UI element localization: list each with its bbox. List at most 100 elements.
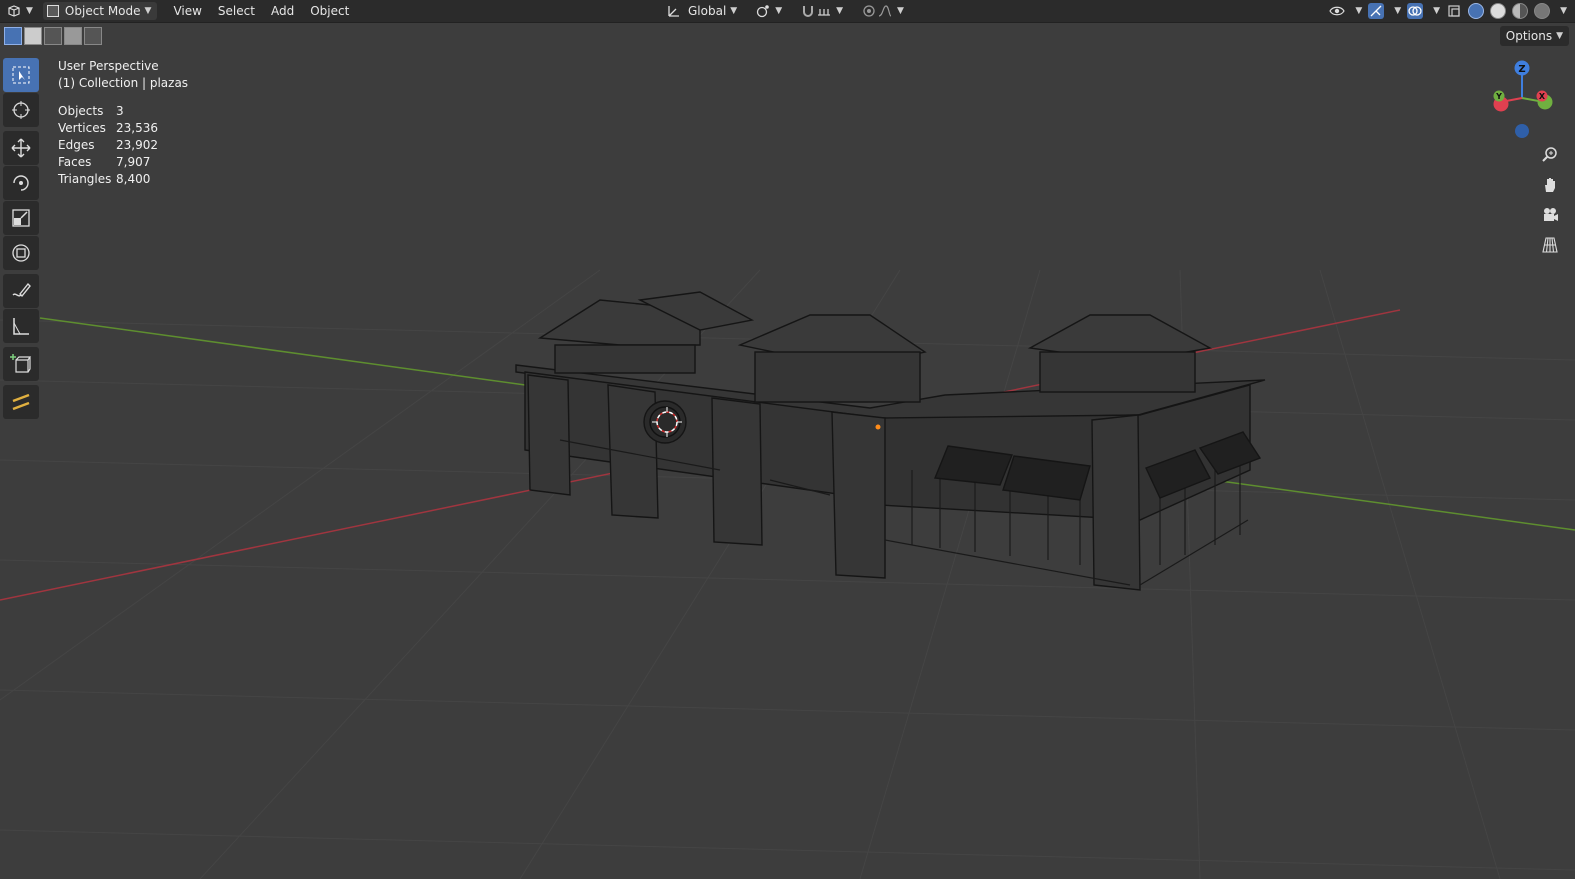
selection-mode-bar <box>0 24 102 48</box>
stat-value: 8,400 <box>116 172 151 186</box>
wireframe-shading-icon[interactable] <box>1468 3 1485 19</box>
transform-tools: Global ▼ ▼ ▼ ▼ <box>660 0 910 22</box>
gizmo-y-label: Y <box>1495 92 1502 101</box>
collection-name: (1) Collection | plazas <box>58 76 189 90</box>
orientation-axes-icon <box>668 6 679 17</box>
grease-pencil-tool[interactable] <box>3 385 39 419</box>
stat-value: 3 <box>116 104 124 118</box>
select-box-icon <box>12 66 30 84</box>
stat-label: Vertices <box>58 121 106 135</box>
zoom-button[interactable] <box>1538 143 1562 167</box>
select-box-tool[interactable] <box>3 58 39 92</box>
measure-tool[interactable] <box>3 309 39 343</box>
xray-icon[interactable] <box>1446 3 1462 19</box>
hand-pan-icon <box>1545 178 1555 192</box>
scale-icon <box>12 209 30 227</box>
add-cube-tool[interactable] <box>3 347 39 381</box>
select-intersect-icon[interactable] <box>84 27 102 45</box>
zoom-magnifier-icon <box>1542 147 1557 162</box>
navigation-gizmo[interactable]: Z X Y <box>1486 58 1566 138</box>
stat-row-edges: Edges 23,902 <box>58 137 188 154</box>
snap-increment-icon <box>818 9 831 16</box>
snap-magnet-icon <box>803 6 814 17</box>
transform-tool[interactable] <box>3 236 39 270</box>
mode-label: Object Mode <box>64 4 141 18</box>
move-icon <box>11 138 31 158</box>
tool-shelf <box>3 58 41 420</box>
proportional-edit-toggle[interactable]: ▼ <box>855 1 910 21</box>
perspective-toggle-button[interactable] <box>1538 233 1562 257</box>
stat-label: Objects <box>58 104 104 118</box>
pan-button[interactable] <box>1538 173 1562 197</box>
stat-label: Triangles <box>58 172 112 186</box>
stat-value: 23,536 <box>116 121 158 135</box>
gizmo-z-label: Z <box>1518 64 1525 75</box>
move-tool[interactable] <box>3 131 39 165</box>
view-name: User Perspective <box>58 59 159 73</box>
menu-add[interactable]: Add <box>263 1 302 21</box>
editor-type-button[interactable]: ▼ <box>0 1 39 21</box>
rotate-icon <box>13 175 29 191</box>
measure-ruler-icon <box>13 318 29 335</box>
chevron-down-icon[interactable]: ▼ <box>1394 6 1401 16</box>
object-origin-dot <box>875 424 881 430</box>
chevron-down-icon[interactable]: ▼ <box>1355 6 1362 16</box>
gizmo-z-neg-axis[interactable] <box>1515 124 1529 138</box>
stat-label: Edges <box>58 138 95 152</box>
overlays-icon[interactable] <box>1407 3 1424 19</box>
select-extend-icon[interactable] <box>24 27 42 45</box>
cursor-icon <box>12 101 30 119</box>
proportional-edit-icon <box>863 5 875 17</box>
scene-statistics: Objects 3 Vertices 23,536 Edges 23,902 Face… <box>58 103 188 188</box>
snap-toggle[interactable]: ▼ <box>794 1 849 21</box>
select-subtract-icon[interactable] <box>44 27 62 45</box>
visibility-eye-icon[interactable] <box>1329 3 1346 19</box>
pivot-point-dropdown[interactable]: ▼ <box>749 1 788 21</box>
chevron-down-icon[interactable]: ▼ <box>1433 6 1440 16</box>
select-new-icon[interactable] <box>4 27 22 45</box>
rotate-tool[interactable] <box>3 166 39 200</box>
solid-shading-icon[interactable] <box>1490 3 1507 19</box>
options-label: Options <box>1505 29 1553 43</box>
3d-viewport[interactable] <box>0 0 1575 879</box>
scene-render[interactable] <box>0 0 1575 879</box>
chevron-down-icon: ▼ <box>836 6 844 16</box>
options-dropdown[interactable]: Options ▼ <box>1499 26 1569 46</box>
object-mode-icon <box>46 5 59 17</box>
orientation-label: Global <box>688 4 727 18</box>
cursor-tool[interactable] <box>3 93 39 127</box>
camera-view-button[interactable] <box>1538 203 1562 227</box>
material-preview-icon[interactable] <box>1512 3 1529 19</box>
plazas-building-wireframe[interactable] <box>515 291 1266 591</box>
annotate-tool[interactable] <box>3 274 39 308</box>
mode-dropdown[interactable]: Object Mode ▼ <box>42 2 158 20</box>
camera-icon <box>1544 208 1558 221</box>
grease-pencil-icon <box>12 393 30 411</box>
chevron-down-icon: ▼ <box>144 6 152 16</box>
chevron-down-icon: ▼ <box>730 6 738 16</box>
transform-icon <box>12 244 30 262</box>
stat-row-vertices: Vertices 23,536 <box>58 120 188 137</box>
add-cube-icon <box>10 354 32 373</box>
viewport-header: ▼ Object Mode ▼ View Select Add Object G… <box>0 0 1575 23</box>
perspective-grid-icon <box>1542 237 1558 253</box>
transform-orientation-dropdown[interactable]: Global ▼ <box>660 1 743 21</box>
scale-tool[interactable] <box>3 201 39 235</box>
chevron-down-icon: ▼ <box>897 6 904 16</box>
chevron-down-icon[interactable]: ▼ <box>1560 6 1567 16</box>
gizmo-toggle-icon[interactable] <box>1368 3 1385 19</box>
stat-row-objects: Objects 3 <box>58 103 188 120</box>
3d-viewport-icon <box>8 5 20 17</box>
select-invert-icon[interactable] <box>64 27 82 45</box>
viewport-text-overlay: User Perspective (1) Collection | plazas… <box>58 58 188 188</box>
menu-select[interactable]: Select <box>210 1 263 21</box>
menu-object[interactable]: Object <box>302 1 357 21</box>
falloff-curve-icon <box>878 5 892 17</box>
viewport-display-tools: ▼ ▼ ▼ ▼ <box>1329 0 1567 22</box>
stat-label: Faces <box>58 155 92 169</box>
rendered-shading-icon[interactable] <box>1534 3 1551 19</box>
pivot-point-icon <box>757 5 770 18</box>
menu-view[interactable]: View <box>165 1 209 21</box>
stat-row-faces: Faces 7,907 <box>58 154 188 171</box>
annotate-pencil-icon <box>12 282 31 298</box>
